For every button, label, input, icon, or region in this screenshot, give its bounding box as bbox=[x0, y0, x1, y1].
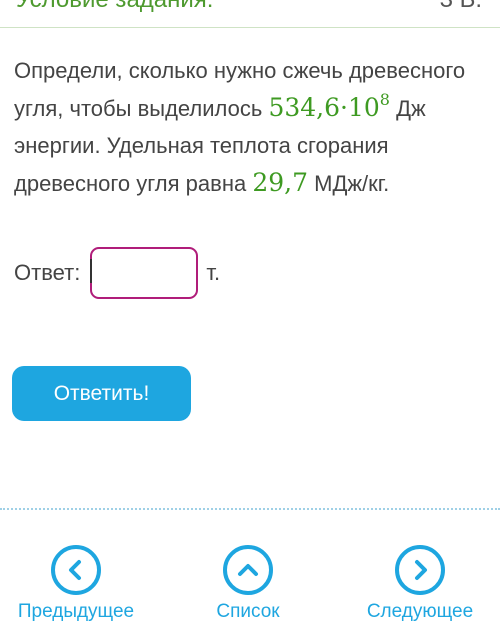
chevron-right-icon[interactable] bbox=[395, 545, 445, 595]
task-header-title: Условие задания: bbox=[16, 0, 213, 14]
answer-input-wrapper bbox=[80, 247, 206, 299]
nav-next[interactable]: Следующее bbox=[350, 545, 490, 623]
submit-button[interactable]: Ответить! bbox=[12, 366, 191, 421]
answer-label: Ответ: bbox=[14, 260, 81, 285]
chevron-up-icon[interactable] bbox=[223, 545, 273, 595]
task-text: Определи, сколько нужно сжечь древесного… bbox=[14, 52, 494, 202]
nav-next-label[interactable]: Следующее bbox=[367, 601, 473, 623]
energy-mantissa: 534,6·10 bbox=[268, 93, 380, 122]
task-points: 3 Б. bbox=[440, 0, 482, 14]
answer-input[interactable] bbox=[90, 247, 199, 299]
task-header: Условие задания: 3 Б. bbox=[0, 0, 500, 28]
nav-list[interactable]: Список bbox=[178, 545, 318, 623]
answer-unit: т. bbox=[206, 260, 221, 285]
answer-row: Ответ: т. bbox=[14, 247, 220, 299]
heat-value: 29,7 bbox=[252, 168, 308, 197]
energy-exponent: 8 bbox=[379, 90, 390, 109]
nav-previous-label[interactable]: Предыдущее bbox=[18, 601, 134, 623]
chevron-left-icon[interactable] bbox=[51, 545, 101, 595]
task-text-part3: МДж/кг. bbox=[308, 171, 390, 196]
energy-value: 534,6·108 bbox=[268, 90, 390, 123]
text-caret bbox=[90, 259, 93, 283]
task-page: Условие задания: 3 Б. Определи, сколько … bbox=[0, 0, 500, 627]
nav-previous[interactable]: Предыдущее bbox=[6, 545, 146, 623]
nav-separator bbox=[0, 508, 500, 510]
nav-list-label[interactable]: Список bbox=[216, 601, 279, 623]
